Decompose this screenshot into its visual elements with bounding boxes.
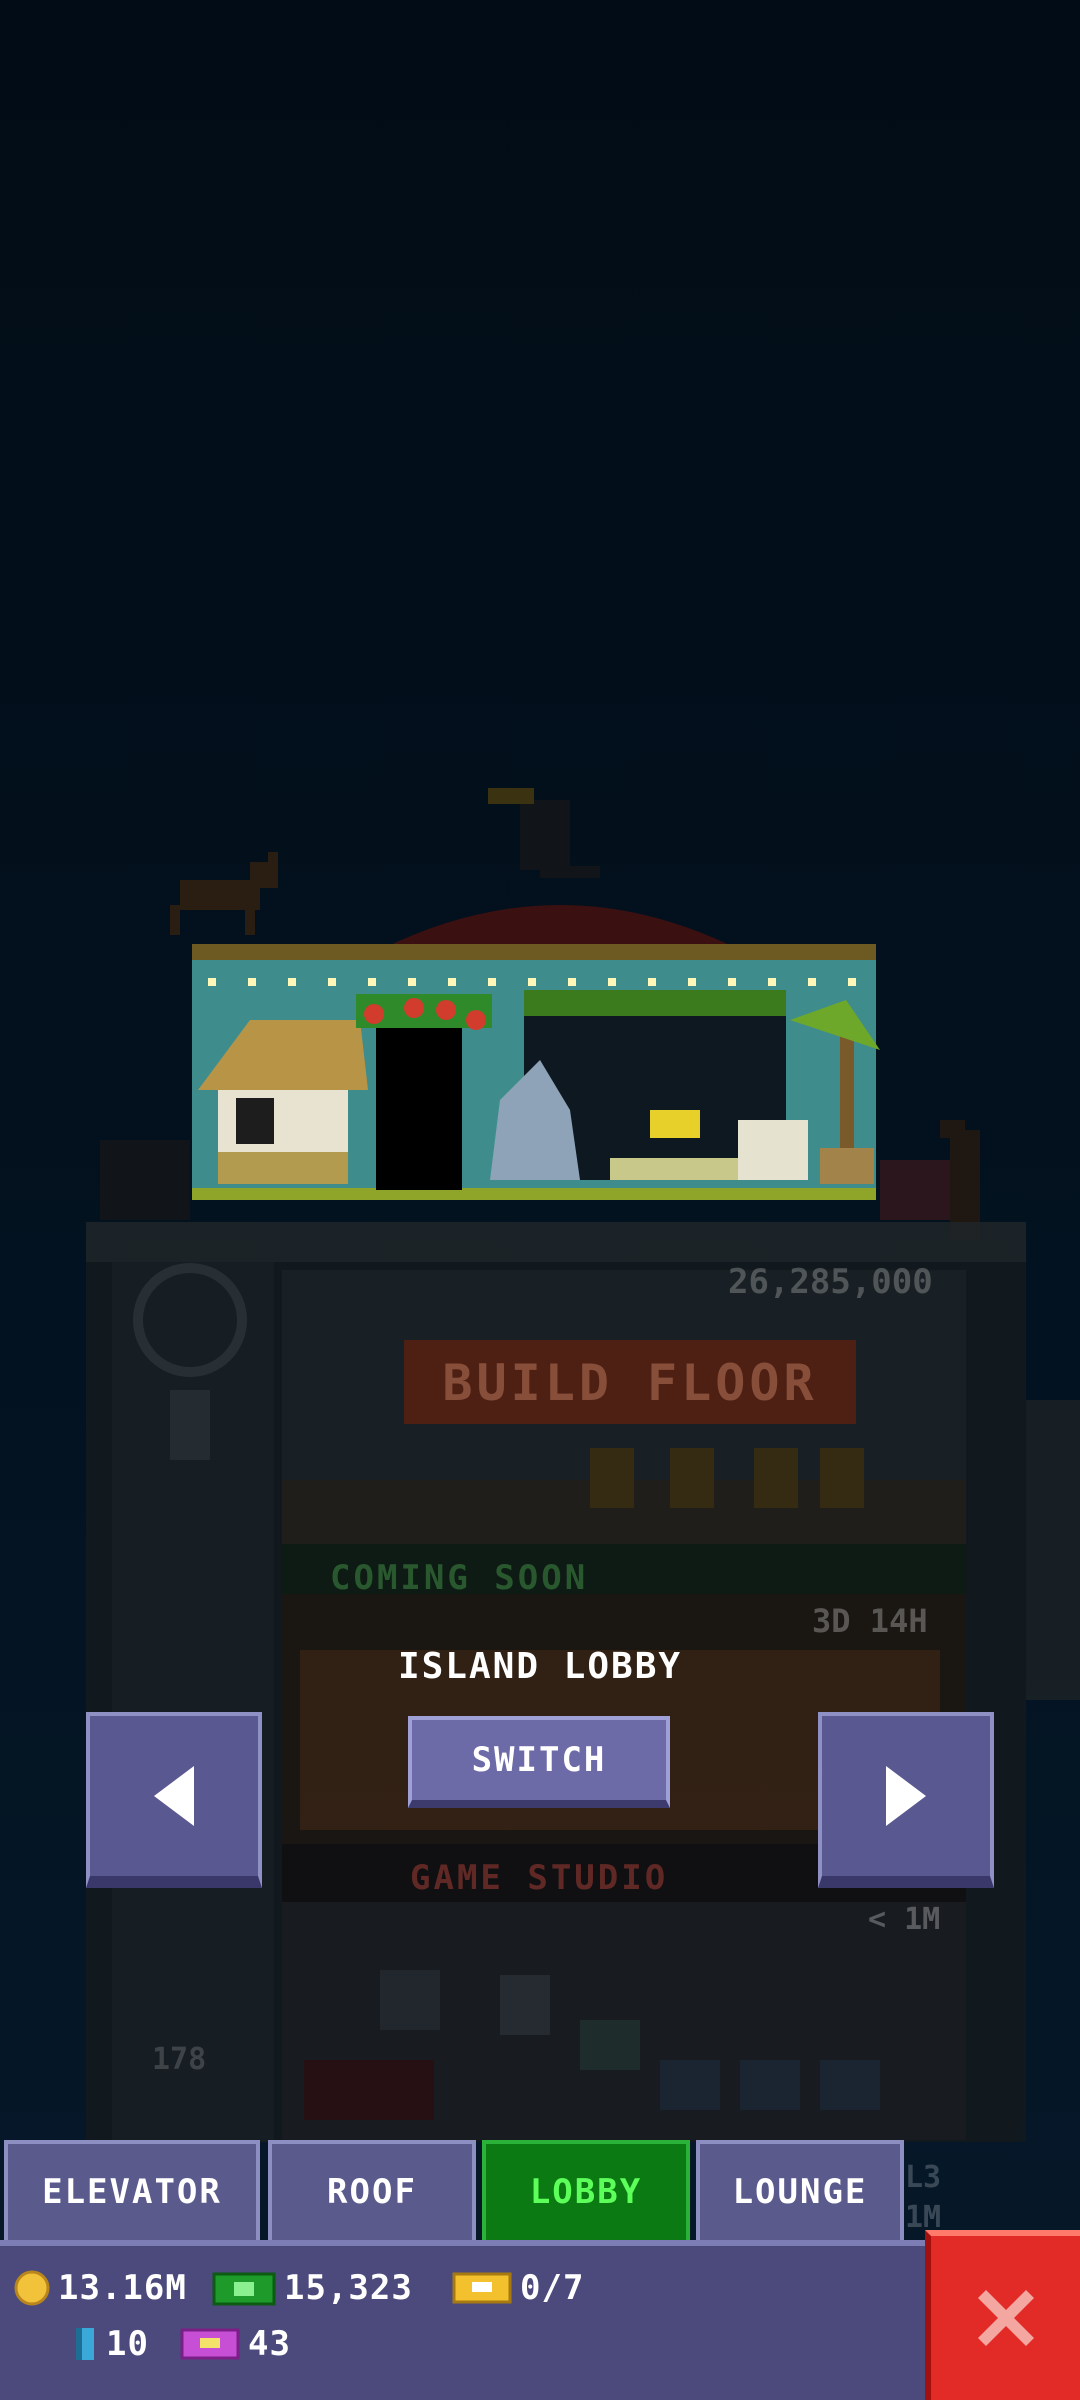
key-icon: [76, 2328, 94, 2360]
vip-stat: 43: [180, 2324, 291, 2364]
tab-roof[interactable]: ROOF: [268, 2140, 476, 2240]
dome-silhouette: [380, 905, 740, 950]
tickets-stat: 0/7: [452, 2268, 584, 2308]
bux-icon: [212, 2272, 276, 2306]
dog-silhouette: [170, 852, 278, 935]
arrow-right-icon: [886, 1766, 926, 1826]
floor-number: 178: [152, 2042, 207, 2077]
currency-bar: 13.16M 15,323 0/7 10 43: [0, 2240, 925, 2400]
coins-value: 13.16M: [58, 2268, 187, 2308]
bux-value: 15,323: [284, 2268, 413, 2308]
next-lobby-button[interactable]: [818, 1712, 994, 1888]
tower-scene: [86, 788, 1080, 2142]
pig-silhouette: [880, 1160, 960, 1220]
bux-stat: 15,323: [212, 2268, 413, 2308]
keys-value: 10: [106, 2324, 149, 2364]
switch-button[interactable]: SWITCH: [408, 1716, 670, 1808]
tickets-value: 0/7: [520, 2268, 585, 2308]
build-floor-sign: BUILD FLOOR: [442, 1354, 818, 1412]
arrow-left-icon: [154, 1766, 194, 1826]
studio-name: GAME STUDIO: [410, 1858, 669, 1898]
tab-elevator[interactable]: ELEVATOR: [4, 2140, 260, 2240]
coins-stat: 13.16M: [14, 2268, 187, 2308]
coming-soon-label: COMING SOON: [330, 1558, 589, 1598]
ticket-icon: [452, 2272, 512, 2304]
island-lobby-room: [192, 944, 880, 1200]
lobby-title: ISLAND LOBBY: [397, 1646, 683, 1687]
tab-lobby[interactable]: LOBBY: [482, 2140, 690, 2240]
floor-price: 26,285,000: [728, 1262, 933, 1302]
vip-value: 43: [248, 2324, 291, 2364]
studio-cost: < 1M: [868, 1902, 941, 1937]
coin-icon: [14, 2270, 50, 2306]
side-label-level: L3: [905, 2160, 942, 2195]
coming-soon-timer: 3D 14H: [812, 1602, 928, 1640]
previous-lobby-button[interactable]: [86, 1712, 262, 1888]
tab-lounge[interactable]: LOUNGE: [696, 2140, 904, 2240]
keys-stat: 10: [72, 2324, 149, 2364]
elephant-silhouette: [100, 1140, 190, 1220]
toucan-silhouette: [488, 788, 600, 878]
close-button[interactable]: [925, 2230, 1080, 2400]
close-icon: [977, 2290, 1034, 2346]
vip-icon: [180, 2328, 240, 2360]
